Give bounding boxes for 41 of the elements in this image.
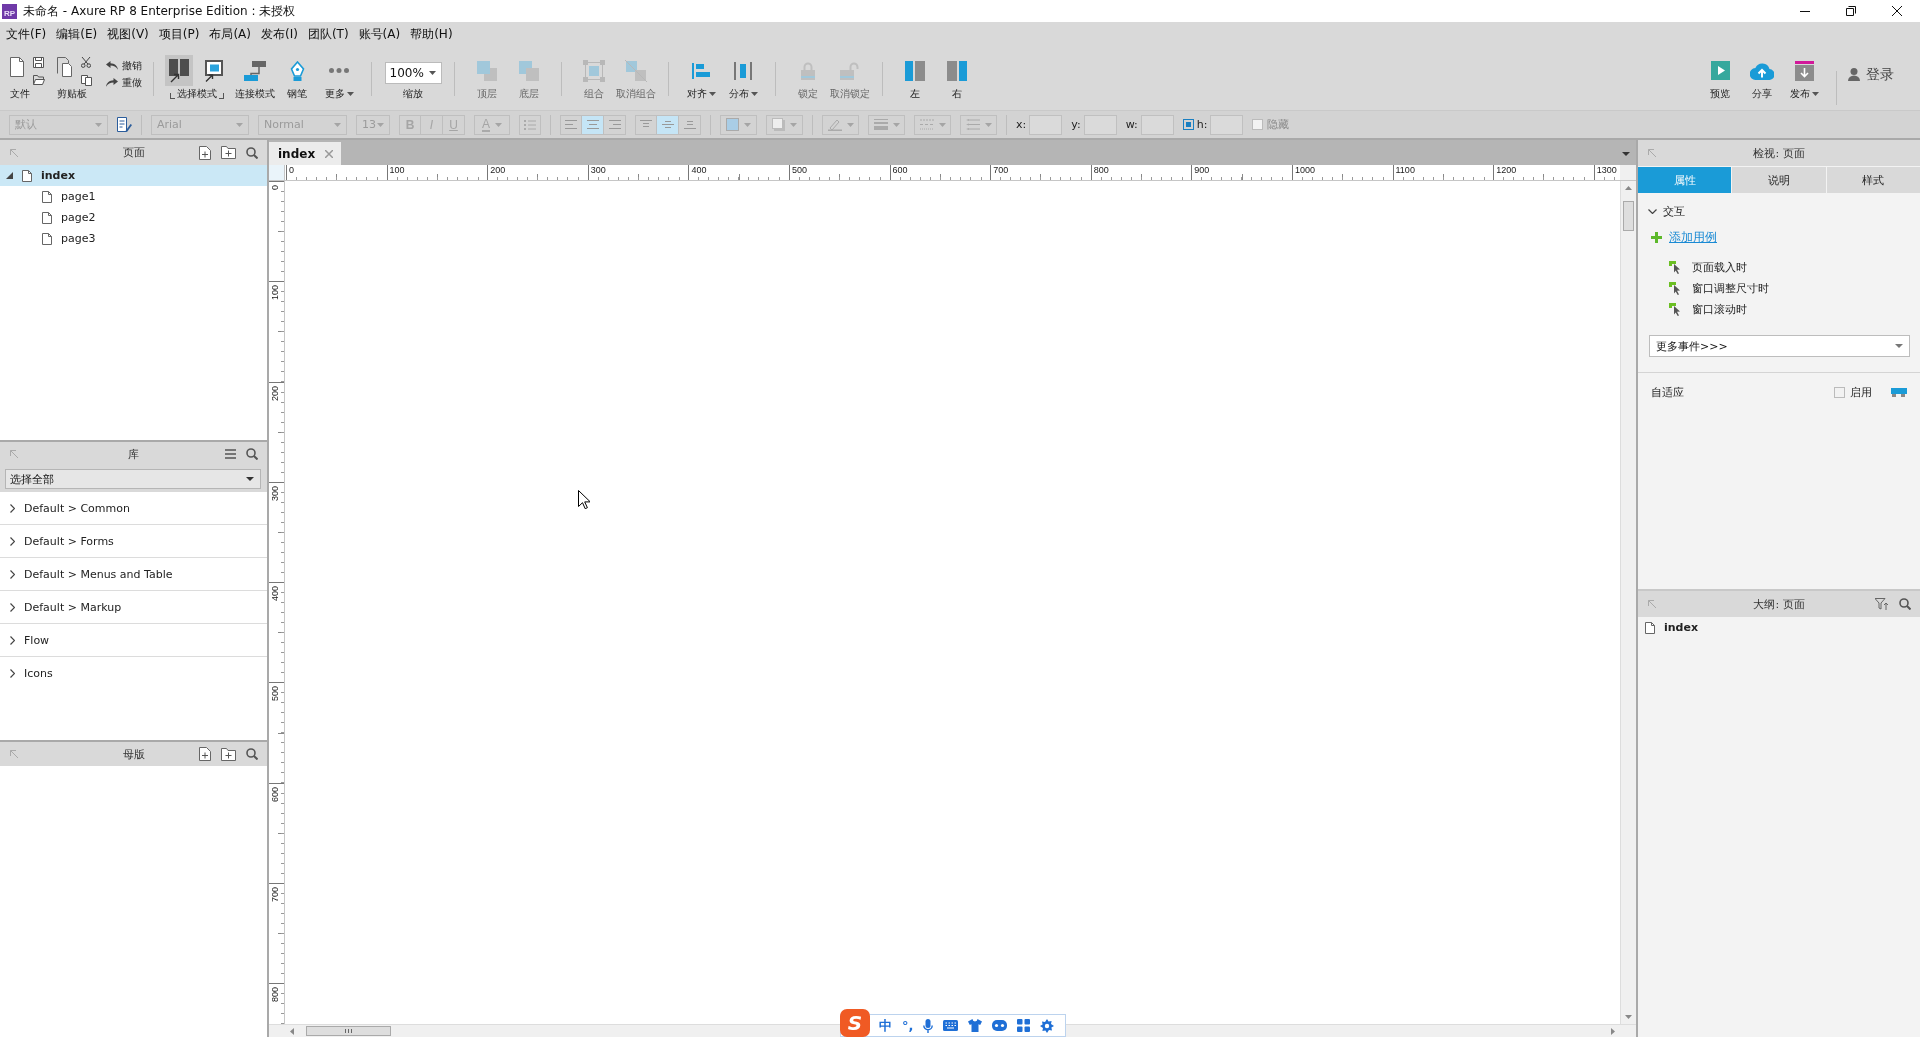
ruler-label: 200	[489, 166, 506, 175]
ruler-label: 900	[1193, 166, 1210, 175]
group-label: 选择模式	[176, 88, 217, 100]
checkbox-label: 隐藏	[1267, 117, 1290, 132]
panel-title: 页面	[122, 145, 145, 160]
ruler-label: 600	[891, 166, 908, 175]
ruler-label: 300	[589, 166, 606, 175]
ruler-label: 400	[271, 586, 280, 602]
ruler-label: 100	[388, 166, 405, 175]
ruler-label: 1200	[1495, 166, 1517, 175]
ruler-label: 200	[271, 385, 280, 401]
ruler-label: 800	[271, 987, 280, 1003]
checkbox-label: 启用	[1850, 384, 1872, 400]
ruler-label: 600	[271, 786, 280, 802]
field-label: h:	[1196, 118, 1208, 131]
app-logo: RP	[2, 3, 17, 19]
field-label: x:	[1016, 118, 1027, 131]
ruler-label: 700	[271, 887, 280, 903]
ruler-label: 500	[271, 686, 280, 702]
ruler-label: 400	[690, 166, 707, 175]
ruler-label: 0	[288, 166, 294, 175]
field-label: y:	[1071, 118, 1081, 131]
panel-title: 大纲: 页面	[1753, 596, 1805, 612]
ruler-label: 1000	[1293, 166, 1315, 175]
zoom-label: 缩放	[403, 88, 423, 100]
panel-title: 母版	[122, 746, 145, 762]
group-label: 剪贴板	[57, 88, 87, 100]
adaptive-label: 自适应	[1651, 384, 1684, 400]
ruler-label: 700	[992, 166, 1009, 175]
panel-title: 检视: 页面	[1753, 145, 1805, 161]
group-label: 文件	[10, 88, 30, 100]
ruler-label: 500	[790, 166, 807, 175]
ruler-label: 100	[271, 285, 280, 301]
ruler-label: 800	[1092, 166, 1109, 175]
ruler-label: 300	[271, 485, 280, 501]
window-title: 未命名 - Axure RP 8 Enterprise Edition : 未授权	[23, 2, 296, 20]
ruler-label: 0	[271, 185, 280, 190]
ruler-label: 1100	[1394, 166, 1415, 175]
field-label: w:	[1125, 118, 1138, 131]
ruler-label: 1300	[1595, 166, 1617, 175]
panel-title: 库	[128, 446, 139, 462]
